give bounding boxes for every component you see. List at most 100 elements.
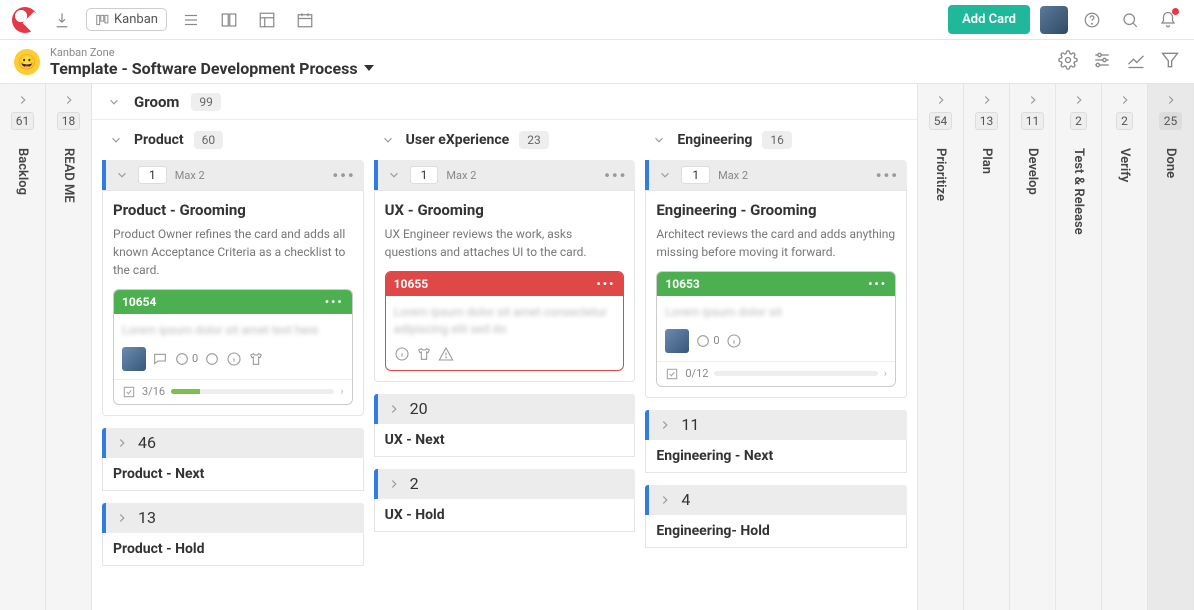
chevron-right-icon <box>61 92 77 108</box>
chevron-down-icon <box>657 167 673 183</box>
shirt-size-icon[interactable] <box>416 346 432 362</box>
add-card-button[interactable]: Add Card <box>948 5 1030 34</box>
funnel-filter-icon[interactable] <box>1160 50 1180 74</box>
chevron-right-icon <box>114 510 130 526</box>
sublane-grooming: 1 Max 2 ••• UX - Grooming UX Engineer re… <box>374 160 636 382</box>
info-icon[interactable] <box>726 333 742 349</box>
link-icon[interactable] <box>204 351 220 367</box>
lane-plan[interactable]: 13 Plan <box>964 84 1010 610</box>
notifications-icon[interactable] <box>1154 6 1182 34</box>
chevron-right-icon <box>1025 92 1041 108</box>
progress-bar <box>171 389 334 394</box>
sublane-header[interactable]: 1 Max 2 ••• <box>102 160 364 190</box>
help-icon[interactable] <box>1078 6 1106 34</box>
chevron-right-icon[interactable]: › <box>340 385 343 398</box>
checklist-progress: 3/16 <box>142 385 165 398</box>
lane-groom-header[interactable]: Groom 99 <box>92 84 917 120</box>
sublane-hold[interactable]: 4 Engineering- Hold <box>645 485 907 548</box>
card-menu-icon[interactable]: ••• <box>868 277 887 291</box>
sublane-next[interactable]: 46 Product - Next <box>102 428 364 491</box>
chevron-right-icon <box>979 92 995 108</box>
more-menu-icon[interactable]: ••• <box>876 166 899 185</box>
chevron-down-icon <box>106 94 122 110</box>
sublane-hold[interactable]: 2 UX - Hold <box>374 469 636 532</box>
breadcrumb[interactable]: Kanban Zone <box>50 46 374 59</box>
sublane-hold[interactable]: 13 Product - Hold <box>102 503 364 566</box>
more-menu-icon[interactable]: ••• <box>604 166 627 185</box>
chevron-down-icon <box>380 132 396 148</box>
sublane-header[interactable]: 1 Max 2 ••• <box>374 160 636 190</box>
lane-prioritize[interactable]: 54 Prioritize <box>918 84 964 610</box>
chevron-right-icon[interactable]: › <box>884 367 887 380</box>
column-header[interactable]: User eXperience 23 <box>374 126 636 154</box>
list-view-icon[interactable] <box>177 6 205 34</box>
caret-down-icon <box>364 65 374 71</box>
lane-test-release[interactable]: 2 Test & Release <box>1056 84 1102 610</box>
top-toolbar: Kanban Add Card <box>0 0 1194 40</box>
warning-icon[interactable] <box>438 346 454 362</box>
info-icon[interactable] <box>394 346 410 362</box>
board-title[interactable]: Template - Software Development Process <box>50 59 374 78</box>
download-icon[interactable] <box>48 6 76 34</box>
card-10653[interactable]: 10653••• Lorem ipsum dolor sit 0 <box>656 271 896 387</box>
chevron-right-icon <box>1071 92 1087 108</box>
lane-develop[interactable]: 11 Develop <box>1010 84 1056 610</box>
column-ux: User eXperience 23 1 Max 2 ••• UX - Groo… <box>374 126 636 604</box>
sublane-grooming: 1 Max 2 ••• Engineering - Grooming Archi… <box>645 160 907 398</box>
chevron-down-icon <box>386 167 402 183</box>
user-avatar[interactable] <box>1040 6 1068 34</box>
card-10655[interactable]: 10655 ••• Lorem ipsum dolor sit amet cons… <box>385 271 625 371</box>
shirt-size-icon[interactable] <box>248 351 264 367</box>
sublane-grooming: 1 Max 2 ••• Product - Grooming Product O… <box>102 160 364 416</box>
calendar-view-icon[interactable] <box>291 6 319 34</box>
lane-groom: Groom 99 Product 60 1 Max 2 ••• <box>92 84 918 610</box>
assignee-avatar[interactable] <box>122 347 146 371</box>
column-header[interactable]: Product 60 <box>102 126 364 154</box>
link-icon[interactable]: 0 <box>695 333 719 349</box>
attachment-count: 0 <box>174 351 198 367</box>
assignee-avatar[interactable] <box>665 329 689 353</box>
lane-readme[interactable]: 18 READ ME <box>46 84 92 610</box>
chevron-right-icon <box>386 476 402 492</box>
wip-limit: Max 2 <box>175 169 205 182</box>
checklist-progress: 0/12 <box>685 367 708 380</box>
chevron-right-icon <box>114 435 130 451</box>
layout-view-icon[interactable] <box>253 6 281 34</box>
chevron-right-icon <box>933 92 949 108</box>
card-10654[interactable]: 10654••• Lorem ipsum dolor sit amet text… <box>113 289 353 405</box>
sublane-header[interactable]: 1 Max 2 ••• <box>645 160 907 190</box>
settings-icon[interactable] <box>1058 50 1078 74</box>
info-icon[interactable] <box>226 351 242 367</box>
column-engineering: Engineering 16 1 Max 2 ••• Engineering -… <box>645 126 907 604</box>
lane-backlog[interactable]: 61 Backlog <box>0 84 46 610</box>
columns-view-icon[interactable] <box>215 6 243 34</box>
wip-count: 1 <box>138 166 167 184</box>
sublane-title: Product - Grooming <box>113 201 353 219</box>
comments-icon[interactable] <box>152 351 168 367</box>
view-kanban-button[interactable]: Kanban <box>86 8 167 31</box>
chevron-down-icon <box>651 132 667 148</box>
card-title-blurred: Lorem ipsum dolor sit amet consectetur a… <box>394 304 616 338</box>
card-menu-icon[interactable]: ••• <box>325 295 344 309</box>
lane-done[interactable]: 25 Done <box>1148 84 1194 610</box>
lane-verify[interactable]: 2 Verify <box>1102 84 1148 610</box>
chevron-right-icon <box>1163 92 1179 108</box>
checklist-icon <box>122 385 136 399</box>
card-id: 10653 <box>665 277 699 291</box>
lane-count-badge: 99 <box>191 93 221 111</box>
chevron-right-icon <box>15 92 31 108</box>
more-menu-icon[interactable]: ••• <box>332 166 355 185</box>
search-icon[interactable] <box>1116 6 1144 34</box>
card-id: 10654 <box>122 295 156 309</box>
app-logo[interactable] <box>12 7 38 33</box>
sublane-next[interactable]: 20 UX - Next <box>374 394 636 457</box>
card-id: 10655 <box>394 277 428 291</box>
board-emoji-icon[interactable]: 😀 <box>14 49 40 75</box>
card-menu-icon[interactable]: ••• <box>596 277 615 291</box>
filter-sliders-icon[interactable] <box>1092 50 1112 74</box>
analytics-icon[interactable] <box>1126 50 1146 74</box>
chevron-down-icon <box>108 132 124 148</box>
chevron-right-icon <box>657 417 673 433</box>
column-header[interactable]: Engineering 16 <box>645 126 907 154</box>
sublane-next[interactable]: 11 Engineering - Next <box>645 410 907 473</box>
